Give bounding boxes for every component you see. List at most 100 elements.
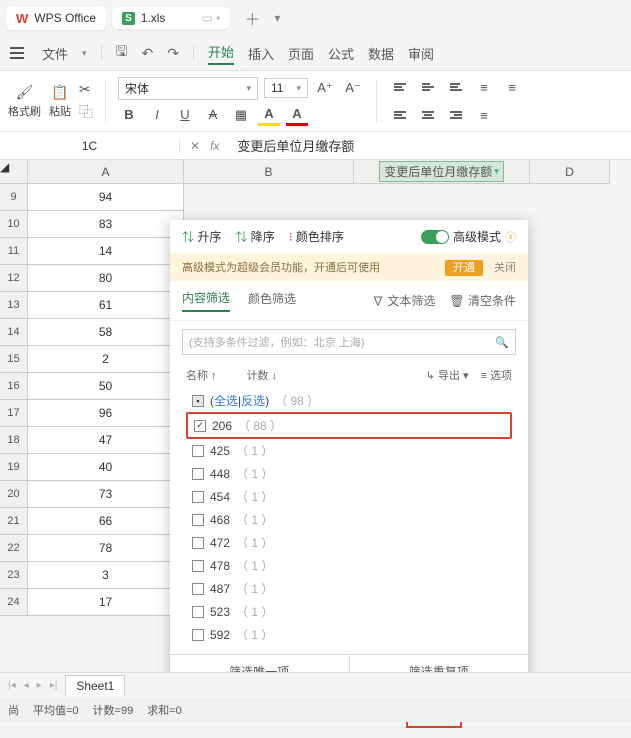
hamburger-icon[interactable]	[6, 43, 28, 63]
close-banner-button[interactable]: 关闭	[494, 262, 516, 274]
increase-font-icon[interactable]: A⁺	[314, 77, 336, 99]
checkbox-icon[interactable]	[192, 629, 204, 641]
row-header[interactable]: 23	[0, 562, 28, 589]
cell[interactable]: 96	[28, 400, 184, 427]
align-center-icon[interactable]	[417, 104, 439, 126]
cell[interactable]: 40	[28, 454, 184, 481]
checkbox-icon[interactable]: ▪	[192, 395, 204, 407]
align-bottom-icon[interactable]	[445, 76, 467, 98]
cancel-edit-icon[interactable]: ✕	[190, 139, 200, 153]
filter-item[interactable]: 523（ 1 ）	[186, 600, 512, 623]
font-select[interactable]: 宋体▾	[118, 77, 258, 100]
row-header[interactable]: 11	[0, 238, 28, 265]
file-tab[interactable]: S 1.xls ▭ •	[112, 7, 230, 29]
row-header[interactable]: 21	[0, 508, 28, 535]
filter-dropdown-icon[interactable]: ▾	[494, 166, 499, 177]
cell[interactable]: 78	[28, 535, 184, 562]
size-select[interactable]: 11▾	[264, 78, 308, 98]
indent-left-icon[interactable]: ≡	[473, 76, 495, 98]
sheet-nav-first-icon[interactable]: |◂	[8, 680, 16, 691]
sort-asc-button[interactable]: ⇅ 升序	[182, 228, 221, 245]
strike-button[interactable]: A	[202, 104, 224, 126]
checkbox-icon[interactable]	[192, 445, 204, 457]
checkbox-icon[interactable]	[192, 583, 204, 595]
border-button[interactable]: ▦	[230, 104, 252, 126]
col-header-A[interactable]: A	[28, 160, 184, 184]
new-tab-button[interactable]: ＋	[244, 6, 260, 30]
row-header[interactable]: 19	[0, 454, 28, 481]
cell[interactable]: 94	[28, 184, 184, 211]
align-middle-icon[interactable]	[417, 76, 439, 98]
cell[interactable]: 47	[28, 427, 184, 454]
row-header[interactable]: 16	[0, 373, 28, 400]
undo-icon[interactable]: ↶	[141, 45, 153, 62]
cut-icon[interactable]: ✂	[79, 81, 93, 98]
checkbox-icon[interactable]	[192, 468, 204, 480]
row-header[interactable]: 20	[0, 481, 28, 508]
filter-search-input[interactable]: (支持多条件过滤，例如：北京 上海) 🔍	[182, 329, 516, 355]
open-vip-button[interactable]: 开通	[445, 260, 483, 276]
paste-icon[interactable]: 📋	[51, 84, 68, 101]
bold-button[interactable]: B	[118, 104, 140, 126]
menu-data[interactable]: 数据	[368, 44, 394, 63]
menu-formula[interactable]: 公式	[328, 44, 354, 63]
row-header[interactable]: 10	[0, 211, 28, 238]
col-header-D[interactable]: D	[530, 160, 610, 184]
row-header[interactable]: 18	[0, 427, 28, 454]
filter-item[interactable]: 468（ 1 ）	[186, 508, 512, 531]
font-color-button[interactable]: A	[286, 104, 308, 126]
advanced-toggle[interactable]	[421, 230, 449, 244]
underline-button[interactable]: U	[174, 104, 196, 126]
col-header-B[interactable]: B	[184, 160, 354, 184]
align-top-icon[interactable]	[389, 76, 411, 98]
formula-bar[interactable]: 变更后单位月缴存额	[229, 136, 362, 155]
select-all-link[interactable]: 全选	[214, 394, 238, 408]
fill-color-button[interactable]: A	[258, 104, 280, 126]
cell[interactable]: 3	[28, 562, 184, 589]
justify-icon[interactable]: ≡	[473, 104, 495, 126]
sheet-nav-prev-icon[interactable]: ◂	[24, 680, 29, 691]
select-all-corner[interactable]: ◢	[0, 160, 28, 184]
name-column-header[interactable]: 名称 ↑	[186, 367, 217, 383]
copy-icon[interactable]: ⿻	[79, 102, 93, 122]
fx-icon[interactable]: fx	[210, 139, 219, 153]
cell[interactable]: 17	[28, 589, 184, 616]
count-column-header[interactable]: 计数 ↓	[247, 367, 278, 383]
options-button[interactable]: ≡ 选项	[481, 367, 512, 383]
filter-item[interactable]: 487（ 1 ）	[186, 577, 512, 600]
checkbox-icon[interactable]	[192, 514, 204, 526]
row-header[interactable]: 13	[0, 292, 28, 319]
tab-color-filter[interactable]: 颜色筛选	[248, 290, 296, 311]
row-header[interactable]: 15	[0, 346, 28, 373]
name-box[interactable]: 1C	[0, 139, 180, 153]
col-header-C[interactable]: 变更后单位月缴存额 ▾	[354, 160, 530, 184]
cell[interactable]: 2	[28, 346, 184, 373]
align-right-icon[interactable]	[445, 104, 467, 126]
sheet-nav-last-icon[interactable]: ▸|	[50, 680, 58, 691]
menu-file[interactable]: 文件	[42, 44, 68, 63]
format-brush-icon[interactable]: 🖌	[16, 84, 34, 101]
row-header[interactable]: 24	[0, 589, 28, 616]
sheet-nav-next-icon[interactable]: ▸	[37, 680, 42, 691]
filter-column-header[interactable]: 变更后单位月缴存额 ▾	[379, 161, 504, 182]
cell[interactable]: 58	[28, 319, 184, 346]
clear-filter-button[interactable]: 🗑 清空条件	[449, 292, 516, 309]
align-left-icon[interactable]	[389, 104, 411, 126]
filter-item[interactable]: 592（ 1 ）	[186, 623, 512, 646]
cell[interactable]: 66	[28, 508, 184, 535]
decrease-font-icon[interactable]: A⁻	[342, 77, 364, 99]
select-all-row[interactable]: ▪ (全选|反选) （ 98 ）	[186, 389, 512, 412]
color-sort-button[interactable]: ⁝ 颜色排序	[289, 228, 344, 245]
text-filter-button[interactable]: ∇ 文本筛选	[372, 292, 435, 309]
save-icon[interactable]: 🖫	[116, 41, 128, 65]
filter-item[interactable]: ✓206（ 88 ）	[186, 412, 512, 439]
checkbox-icon[interactable]	[192, 560, 204, 572]
indent-right-icon[interactable]: ≡	[501, 76, 523, 98]
export-button[interactable]: ↳ 导出 ▾	[426, 367, 469, 383]
invert-link[interactable]: 反选	[241, 394, 265, 408]
filter-item[interactable]: 478（ 1 ）	[186, 554, 512, 577]
row-header[interactable]: 22	[0, 535, 28, 562]
row-header[interactable]: 17	[0, 400, 28, 427]
italic-button[interactable]: I	[146, 104, 168, 126]
cell[interactable]: 80	[28, 265, 184, 292]
